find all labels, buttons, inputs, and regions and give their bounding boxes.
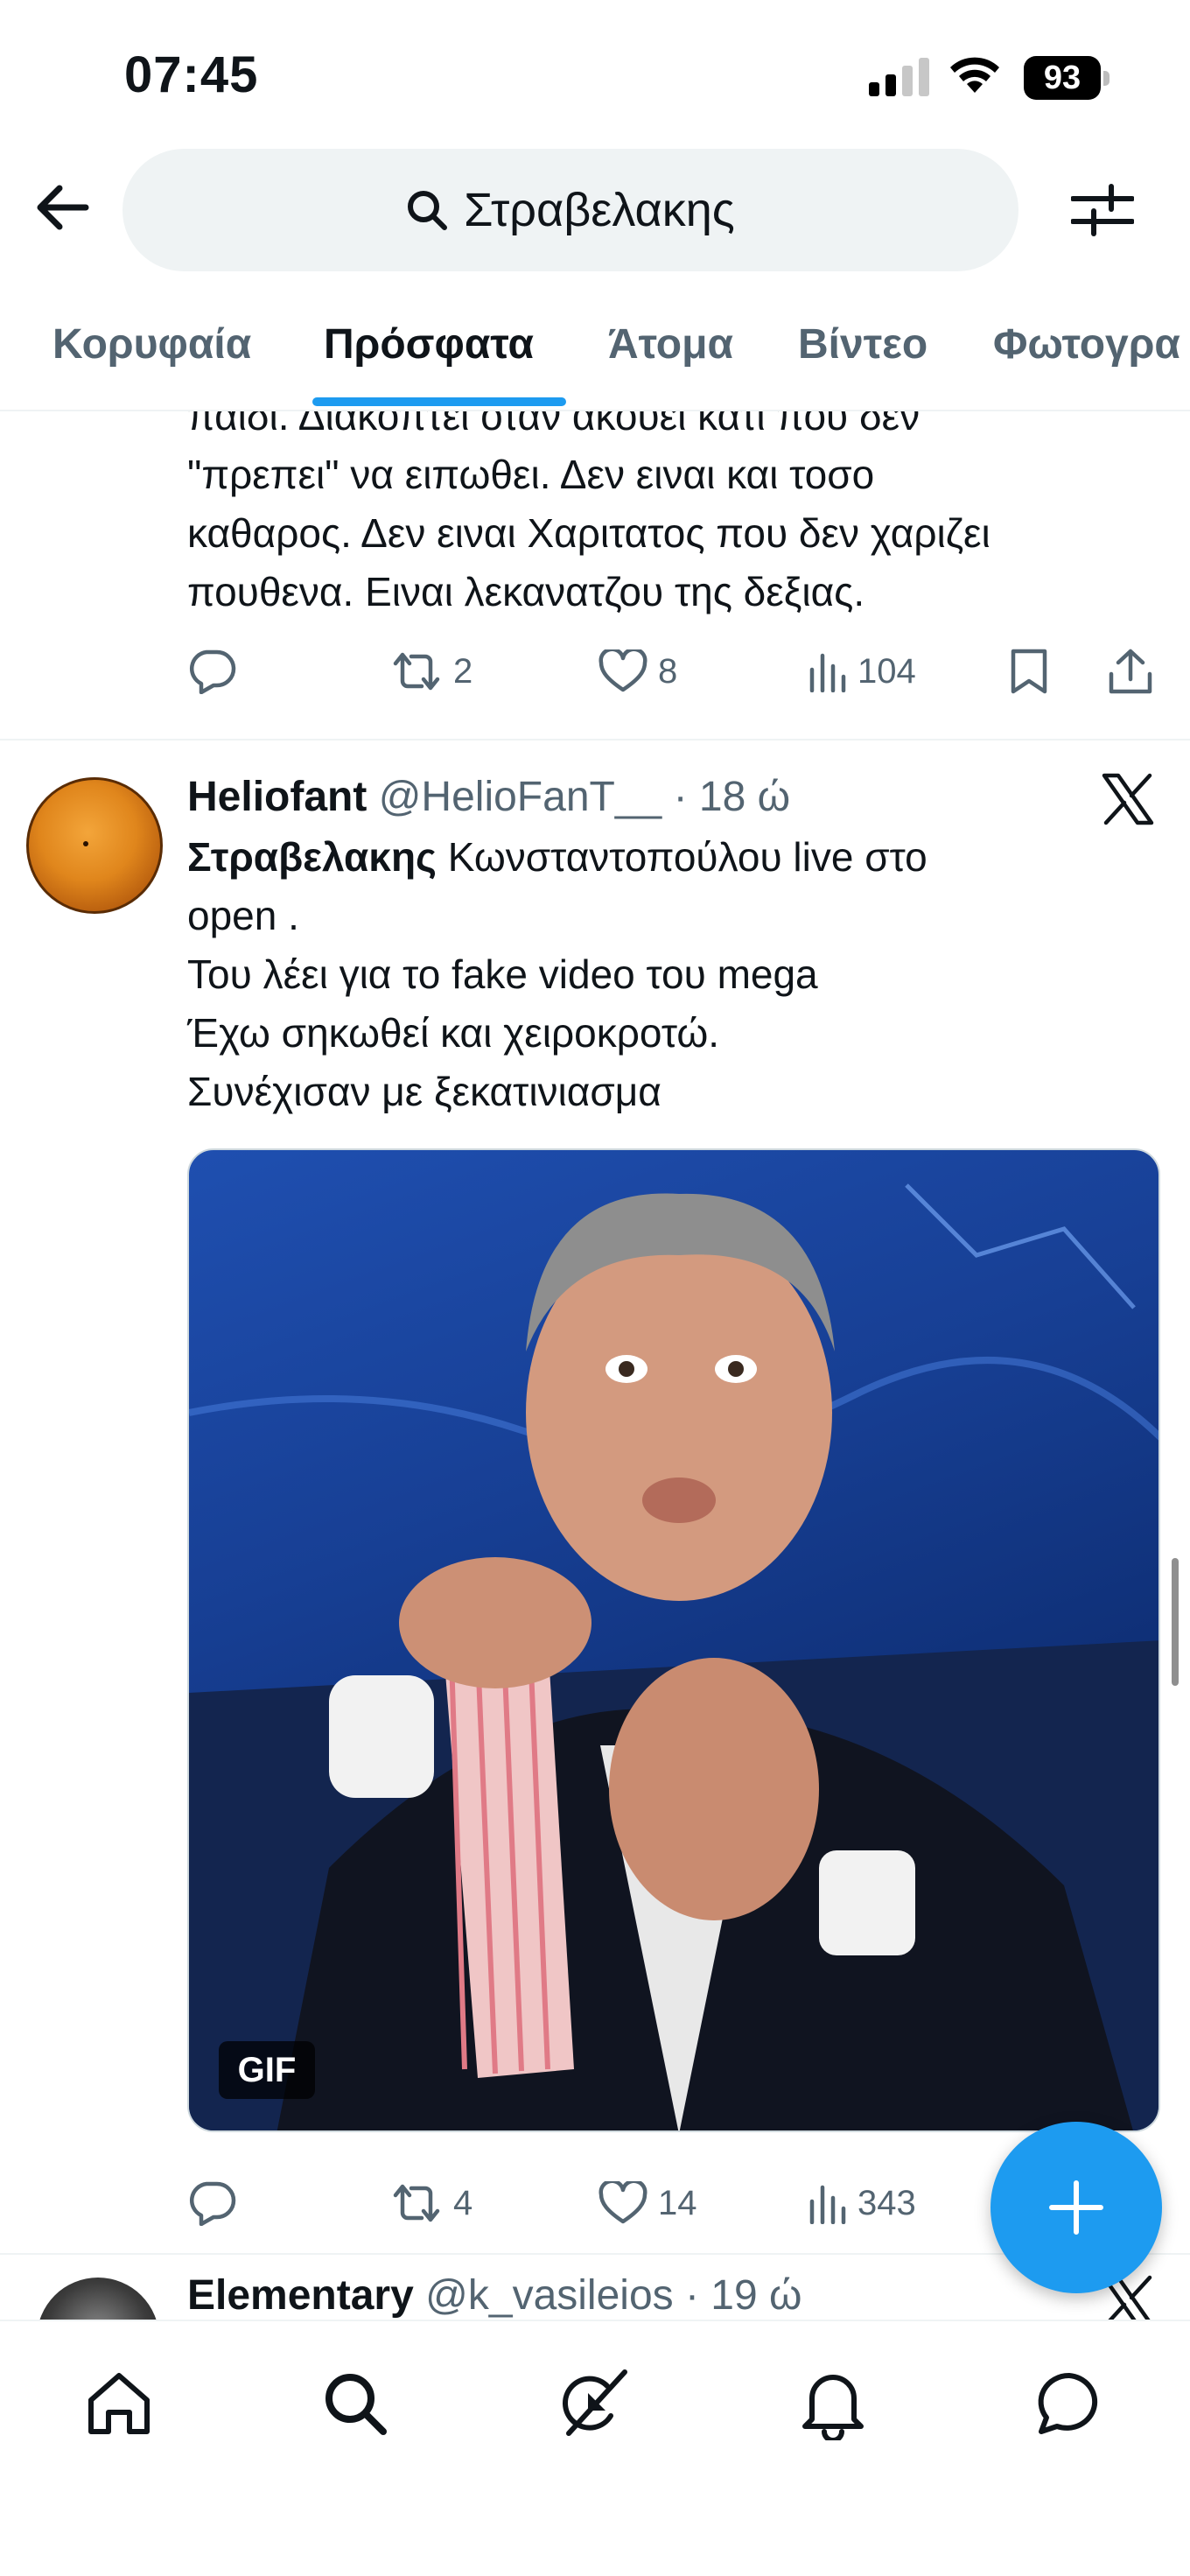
- battery-indicator: 93: [1024, 56, 1111, 100]
- tweet-feed[interactable]: παιδι. Διακόπτει όταν ακούει κάτι που δε…: [0, 411, 1190, 2320]
- share-button[interactable]: [1108, 641, 1153, 702]
- tweet-time: · 18 ώ: [673, 774, 791, 820]
- share-icon: [1109, 649, 1152, 694]
- scrollbar[interactable]: [1172, 1558, 1179, 1686]
- tab-top[interactable]: Κορυφαία: [52, 320, 251, 369]
- wifi-icon: [950, 57, 999, 93]
- tweet-text-line: Στραβελακης Κωνσταντοπούλου live στο: [187, 828, 1158, 887]
- tweet-divider: [0, 739, 1190, 741]
- retweet-button[interactable]: 2: [390, 641, 472, 702]
- author-name[interactable]: Heliofant: [187, 774, 367, 820]
- tweet-gif[interactable]: GIF: [187, 1148, 1160, 2132]
- author-handle[interactable]: @HelioFanT__: [379, 774, 662, 820]
- reply-button[interactable]: [187, 2172, 236, 2234]
- gif-illustration: [189, 1183, 1158, 2130]
- reply-icon: [189, 649, 236, 694]
- messages-icon: [1038, 2372, 1098, 2434]
- compose-post-button[interactable]: [990, 2122, 1162, 2293]
- views-button[interactable]: 104: [808, 641, 916, 702]
- nav-grok[interactable]: [550, 2360, 637, 2447]
- tweet-text-line: πουθενα. Ειναι λεκανατζου της δεξιας.: [187, 569, 865, 614]
- nav-notifications[interactable]: [789, 2360, 877, 2447]
- tweet-text-line: καθαρος. Δεν ειναι Χαριτατος που δεν χαρ…: [187, 510, 990, 556]
- tab-photos[interactable]: Φωτογρα: [993, 320, 1180, 369]
- avatar[interactable]: [26, 777, 163, 914]
- nav-messages[interactable]: [1026, 2360, 1113, 2447]
- search-highlight: Στραβελακης: [187, 834, 437, 880]
- retweet-count: 2: [453, 651, 473, 691]
- like-icon: [598, 2181, 648, 2224]
- nav-explore[interactable]: [312, 2360, 399, 2447]
- avatar[interactable]: [37, 2278, 159, 2320]
- battery-tip: [1103, 71, 1110, 86]
- search-query: Στραβελακης: [464, 184, 735, 236]
- reply-icon: [189, 2181, 236, 2226]
- search-icon: [408, 191, 448, 230]
- tweet-time: · 19 ώ: [684, 2272, 802, 2319]
- retweet-count: 4: [453, 2183, 473, 2222]
- home-icon: [88, 2373, 150, 2434]
- like-button[interactable]: 8: [598, 641, 677, 702]
- search-tabs: Κορυφαία Πρόσφατα Άτομα Βίντεο Φωτογρα: [0, 306, 1190, 411]
- like-button[interactable]: 14: [598, 2172, 697, 2234]
- like-count: 8: [658, 651, 678, 691]
- tweet-text-line: παιδι. Διακόπτει όταν ακούει κάτι που δε…: [187, 411, 920, 439]
- gif-badge: GIF: [219, 2041, 315, 2099]
- search-icon: [326, 2374, 387, 2435]
- search-input[interactable]: Στραβελακης: [122, 149, 1018, 271]
- previous-tweet-actions: 2 8 104: [187, 641, 1176, 702]
- nav-home[interactable]: [75, 2360, 163, 2447]
- views-icon: [809, 653, 846, 692]
- status-time: 07:45: [124, 46, 259, 103]
- author-name[interactable]: Elementary: [187, 2272, 414, 2319]
- like-count: 14: [658, 2183, 697, 2222]
- views-icon: [809, 2185, 846, 2224]
- retweet-icon: [393, 652, 440, 691]
- tweet-text-line: Του λέει για το fake video του mega: [187, 951, 818, 997]
- reply-button[interactable]: [187, 641, 236, 702]
- retweet-icon: [393, 2184, 440, 2222]
- author-handle[interactable]: @k_vasileios: [425, 2272, 674, 2319]
- like-icon: [598, 649, 648, 692]
- search-header: Στραβελακης: [0, 149, 1190, 271]
- tweet-text-span: Κωνσταντοπούλου live στο: [436, 834, 928, 880]
- cellular-signal-icon: [869, 58, 929, 96]
- tweet-text: Στραβελακης Κωνσταντοπούλου live στο ope…: [187, 828, 1158, 1121]
- tweet-text-line: open .: [187, 893, 299, 938]
- previous-tweet-text: παιδι. Διακόπτει όταν ακούει κάτι που δε…: [187, 411, 1167, 621]
- view-count: 104: [858, 651, 916, 691]
- tweet-header: Heliofant @HelioFanT__ · 18 ώ: [187, 769, 790, 826]
- active-tab-indicator: [312, 397, 566, 406]
- bookmark-button[interactable]: [1010, 641, 1048, 702]
- avatar-detail: [83, 841, 88, 846]
- retweet-button[interactable]: 4: [390, 2172, 472, 2234]
- status-bar: 07:45 93: [0, 0, 1190, 149]
- tweet-text-line: "πρεπει" να ειπωθει. Δεν ειναι και τοσο: [187, 452, 875, 497]
- views-button[interactable]: 343: [808, 2172, 916, 2234]
- tweet-text-line: Συνέχισαν με ξεκατινιασμα: [187, 1069, 662, 1114]
- view-count: 343: [858, 2183, 916, 2222]
- x-logo-icon: [1102, 773, 1154, 825]
- sliders-icon: [1071, 184, 1134, 236]
- search-filters-button[interactable]: [1068, 178, 1138, 242]
- plus-icon: [1049, 2180, 1103, 2235]
- arrow-left-icon: [37, 185, 89, 230]
- tab-latest[interactable]: Πρόσφατα: [324, 320, 534, 369]
- battery-level: 93: [1024, 56, 1101, 100]
- grok-icon: [563, 2369, 627, 2436]
- bookmark-icon: [1011, 649, 1047, 694]
- tab-videos[interactable]: Βίντεο: [798, 320, 928, 369]
- back-button[interactable]: [32, 177, 93, 238]
- tweet-header: Elementary @k_vasileios · 19 ώ: [187, 2267, 802, 2320]
- tweet-text-line: Έχω σηκωθεί και χειροκροτώ.: [187, 1010, 720, 1056]
- bell-icon: [802, 2375, 864, 2440]
- bottom-navigation: [0, 2320, 1190, 2576]
- tab-people[interactable]: Άτομα: [608, 320, 733, 369]
